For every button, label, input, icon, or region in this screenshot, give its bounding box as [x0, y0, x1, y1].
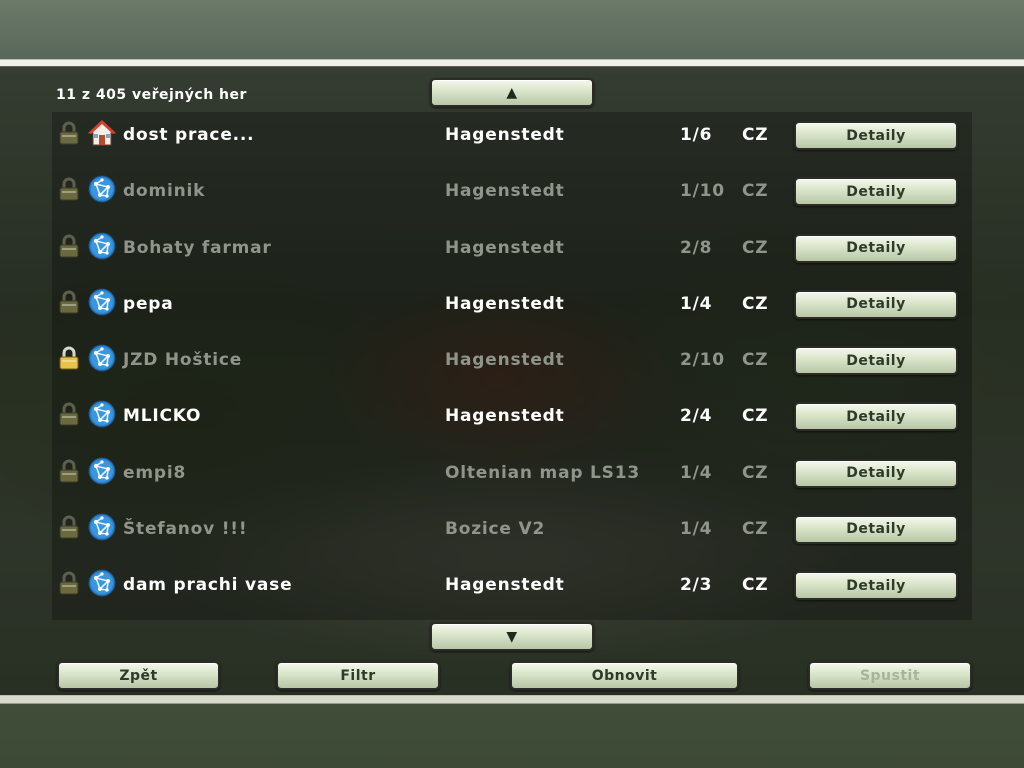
- frame-bottom-border: [0, 696, 1024, 703]
- server-name: dam prachi vase: [123, 575, 293, 595]
- server-name: dost prace...: [123, 125, 255, 145]
- details-button[interactable]: Detaily: [794, 233, 958, 263]
- server-players: 1/4: [680, 462, 713, 483]
- server-language: CZ: [742, 462, 769, 483]
- filter-button[interactable]: Filtr: [276, 661, 440, 690]
- server-language: CZ: [742, 406, 769, 427]
- network-icon: [88, 400, 116, 428]
- start-button[interactable]: Spustit: [808, 661, 972, 690]
- lock-icon: [58, 515, 80, 539]
- arrow-down-icon: ▼: [506, 628, 518, 645]
- server-language: CZ: [742, 181, 769, 202]
- top-strip: [0, 0, 1024, 60]
- server-players: 1/10: [680, 181, 725, 202]
- server-name: JZD Hoštice: [123, 350, 243, 370]
- server-players: 1/4: [680, 518, 713, 539]
- lock-closed-icon: [58, 346, 80, 370]
- server-name: pepa: [123, 293, 174, 314]
- server-map: Hagenstedt: [445, 575, 565, 595]
- lock-icon: [58, 234, 80, 258]
- scroll-up-button[interactable]: ▲: [430, 78, 594, 107]
- server-row[interactable]: Štefanov !!! Bozice V2 1/4 CZ Detaily: [52, 505, 972, 561]
- server-map: Oltenian map LS13: [445, 462, 640, 483]
- server-map: Hagenstedt: [445, 406, 565, 427]
- server-name: Bohaty farmar: [123, 237, 272, 258]
- server-map: Hagenstedt: [445, 350, 565, 370]
- server-row[interactable]: pepa Hagenstedt 1/4 CZ Detaily: [52, 280, 972, 336]
- server-row[interactable]: Bohaty farmar Hagenstedt 2/8 CZ Detaily: [52, 224, 972, 280]
- arrow-up-icon: ▲: [506, 84, 518, 101]
- lock-icon: [58, 402, 80, 426]
- server-language: CZ: [742, 125, 769, 145]
- lock-icon: [58, 121, 80, 145]
- server-name: MLICKO: [123, 406, 202, 427]
- scroll-down-button[interactable]: ▼: [430, 622, 594, 651]
- back-button[interactable]: Zpět: [57, 661, 220, 690]
- details-button[interactable]: Detaily: [794, 458, 958, 488]
- server-name: dominik: [123, 181, 206, 202]
- server-players: 2/8: [680, 237, 713, 258]
- server-name: Štefanov !!!: [123, 518, 248, 539]
- network-icon: [88, 288, 116, 316]
- lock-icon: [58, 459, 80, 483]
- server-players: 2/3: [680, 575, 713, 595]
- network-icon: [88, 569, 116, 597]
- lock-icon: [58, 571, 80, 595]
- details-button[interactable]: Detaily: [794, 121, 958, 150]
- server-row[interactable]: dominik Hagenstedt 1/10 CZ Detaily: [52, 167, 972, 223]
- server-row[interactable]: JZD Hoštice Hagenstedt 2/10 CZ Detaily: [52, 336, 972, 392]
- lock-icon: [58, 177, 80, 201]
- details-button[interactable]: Detaily: [794, 514, 958, 544]
- details-button[interactable]: Detaily: [794, 177, 958, 207]
- house-icon: [87, 119, 117, 147]
- server-map: Hagenstedt: [445, 237, 565, 258]
- refresh-button[interactable]: Obnovit: [510, 661, 739, 690]
- server-name: empi8: [123, 462, 187, 483]
- server-row[interactable]: dam prachi vase Hagenstedt 2/3 CZ Detaily: [52, 561, 972, 617]
- server-row[interactable]: MLICKO Hagenstedt 2/4 CZ Detaily: [52, 392, 972, 448]
- server-players: 2/4: [680, 406, 713, 427]
- network-icon: [88, 513, 116, 541]
- network-icon: [88, 457, 116, 485]
- details-button[interactable]: Detaily: [794, 571, 958, 600]
- lock-icon: [58, 290, 80, 314]
- server-players: 1/4: [680, 293, 713, 314]
- server-count-label: 11 z 405 veřejných her: [56, 87, 247, 103]
- details-button[interactable]: Detaily: [794, 402, 958, 432]
- network-icon: [88, 232, 116, 260]
- server-language: CZ: [742, 518, 769, 539]
- server-players: 1/6: [680, 125, 713, 145]
- network-icon: [88, 344, 116, 372]
- server-language: CZ: [742, 293, 769, 314]
- server-map: Hagenstedt: [445, 181, 565, 202]
- server-map: Bozice V2: [445, 518, 546, 539]
- server-language: CZ: [742, 350, 769, 370]
- server-players: 2/10: [680, 350, 725, 370]
- server-map: Hagenstedt: [445, 125, 565, 145]
- server-language: CZ: [742, 575, 769, 595]
- details-button[interactable]: Detaily: [794, 346, 958, 375]
- network-icon: [88, 175, 116, 203]
- details-button[interactable]: Detaily: [794, 289, 958, 319]
- server-row[interactable]: empi8 Oltenian map LS13 1/4 CZ Detaily: [52, 449, 972, 505]
- server-row[interactable]: dost prace... Hagenstedt 1/6 CZ Detaily: [52, 111, 972, 167]
- server-language: CZ: [742, 237, 769, 258]
- server-map: Hagenstedt: [445, 293, 565, 314]
